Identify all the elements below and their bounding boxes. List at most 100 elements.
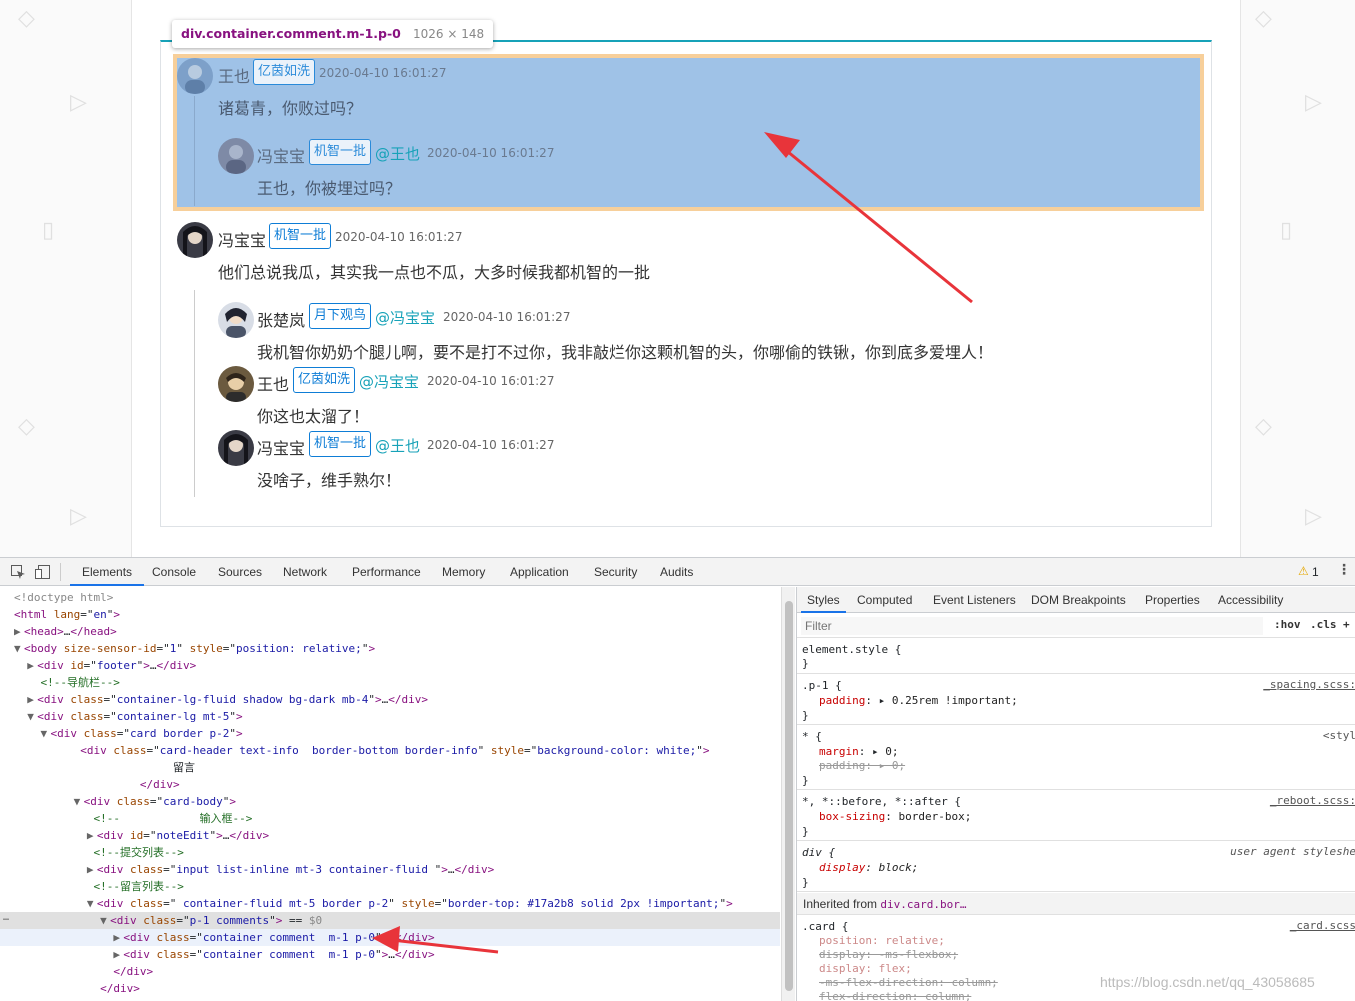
- tab-application[interactable]: Application: [510, 558, 569, 586]
- dom-node-line[interactable]: ▶ <div class="input list-inline mt-3 cont…: [0, 861, 780, 878]
- tab-accessibility[interactable]: Accessibility: [1218, 587, 1283, 613]
- source-link[interactable]: _spacing.scss:: [1263, 678, 1355, 691]
- declaration-overridden[interactable]: -ms-flex-direction: column;: [819, 975, 998, 990]
- device-toolbar-icon[interactable]: [35, 564, 51, 580]
- elements-scrollbar[interactable]: [781, 587, 795, 1001]
- tab-properties[interactable]: Properties: [1145, 587, 1200, 613]
- reply-mention-link[interactable]: @冯宝宝: [359, 371, 419, 392]
- avatar[interactable]: [218, 430, 254, 466]
- selector[interactable]: .p-1 {: [802, 678, 842, 693]
- styles-filter-row: :hov .cls +: [797, 614, 1355, 638]
- declaration[interactable]: position: relative;: [819, 933, 945, 948]
- dom-node-line[interactable]: <!-- 输入框-->: [0, 810, 780, 827]
- selector[interactable]: .card {: [802, 919, 848, 934]
- add-rule-icon[interactable]: +: [1343, 618, 1350, 631]
- dom-node-line[interactable]: </div>: [0, 776, 780, 793]
- dom-node-line[interactable]: ▼ <div class="card border p-2">: [0, 725, 780, 742]
- dom-node-line[interactable]: ▼ <div class=" container-fluid mt-5 borde…: [0, 895, 780, 912]
- dom-node-line[interactable]: </div>: [0, 963, 780, 980]
- inherited-element-link[interactable]: div.card.bor…: [880, 898, 966, 911]
- dom-node-line[interactable]: <div class="card-header text-info border…: [0, 742, 780, 759]
- avatar[interactable]: [177, 58, 213, 94]
- style-rule: element.style { }: [797, 639, 1355, 674]
- dom-node-line[interactable]: ▶ <div class="container comment m-1 p-0">…: [0, 946, 780, 963]
- reply-timestamp: 2020-04-10 16:01:27: [427, 146, 555, 160]
- bar-deco-icon: ▯: [1280, 218, 1293, 243]
- declaration: display: block;: [819, 861, 919, 874]
- warning-icon[interactable]: ⚠: [1298, 564, 1309, 578]
- dom-node-line[interactable]: 留言: [0, 759, 780, 776]
- cls-toggle[interactable]: .cls: [1310, 618, 1337, 631]
- dom-node-line[interactable]: ▼ <div class="card-body">: [0, 793, 780, 810]
- reply-username[interactable]: 张楚岚: [257, 307, 305, 331]
- tab-computed[interactable]: Computed: [857, 587, 912, 613]
- reply-username[interactable]: 冯宝宝: [257, 143, 305, 167]
- tab-styles[interactable]: Styles: [801, 587, 846, 613]
- declaration[interactable]: margin: ▸ 0;: [819, 744, 899, 759]
- declaration-overridden[interactable]: padding: ▸ 0;: [819, 758, 905, 773]
- tab-elements[interactable]: Elements: [70, 558, 145, 586]
- declaration[interactable]: display: flex;: [819, 961, 912, 976]
- avatar[interactable]: [218, 302, 254, 338]
- inspect-dimensions: 1026 × 148: [413, 27, 485, 41]
- comment-timestamp: 2020-04-10 16:01:27: [319, 66, 447, 80]
- kebab-menu-icon[interactable]: ⋮: [1337, 562, 1351, 578]
- source-link[interactable]: _card.scss: [1290, 919, 1355, 932]
- avatar[interactable]: [218, 366, 254, 402]
- dom-node-line[interactable]: <!--导航栏-->: [0, 674, 780, 691]
- styles-filter-input[interactable]: [801, 617, 1263, 635]
- tab-audits[interactable]: Audits: [660, 558, 693, 586]
- dom-node-line[interactable]: ▼ <div class="container-lg mt-5">: [0, 708, 780, 725]
- dom-node-line[interactable]: <!--留言列表-->: [0, 878, 780, 895]
- comment-username[interactable]: 王也: [218, 63, 250, 87]
- selector[interactable]: element.style {: [802, 642, 901, 657]
- comment-username[interactable]: 冯宝宝: [218, 227, 266, 251]
- styles-tabbar: Styles Computed Event Listeners DOM Brea…: [797, 587, 1355, 613]
- tab-performance[interactable]: Performance: [352, 558, 421, 586]
- declaration-overridden[interactable]: flex-direction: column;: [819, 989, 971, 1001]
- comment-timestamp: 2020-04-10 16:01:27: [335, 230, 463, 244]
- tab-sources[interactable]: Sources: [218, 558, 262, 586]
- reply-username[interactable]: 王也: [257, 371, 289, 395]
- dom-node-line[interactable]: ▶ <div class="container-lg-fluid shadow b…: [0, 691, 780, 708]
- ellipsis-icon[interactable]: …: [3, 912, 9, 923]
- dom-node-line[interactable]: <!--提交列表-->: [0, 844, 780, 861]
- avatar[interactable]: [218, 138, 254, 174]
- devtools-panel: Elements Console Sources Network Perform…: [0, 557, 1355, 1001]
- reply-mention-link[interactable]: @王也: [375, 143, 420, 164]
- dom-node-line[interactable]: </div>: [0, 997, 780, 1001]
- source-link[interactable]: _reboot.scss:: [1270, 794, 1355, 807]
- user-badge: 月下观鸟: [309, 303, 372, 329]
- tab-network[interactable]: Network: [283, 558, 327, 586]
- dom-node-line[interactable]: <html lang="en">: [0, 606, 780, 623]
- tab-security[interactable]: Security: [594, 558, 637, 586]
- reply-mention-link[interactable]: @王也: [375, 435, 420, 456]
- dom-node-line[interactable]: ▶ <head>…</head>: [0, 623, 780, 640]
- dom-node-line[interactable]: ▼ <body size-sensor-id="1" style="positio…: [0, 640, 780, 657]
- user-badge: 机智一批: [309, 139, 372, 165]
- source-link[interactable]: <styl: [1323, 729, 1355, 742]
- dom-node-line[interactable]: ▼ <div class="p-1 comments"> == $0: [0, 912, 780, 929]
- dom-node-line[interactable]: ▶ <div id="noteEdit">…</div>: [0, 827, 780, 844]
- hov-toggle[interactable]: :hov: [1274, 618, 1301, 631]
- declaration[interactable]: box-sizing: border-box;: [819, 809, 971, 824]
- declaration[interactable]: padding: ▸ 0.25rem !important;: [819, 693, 1018, 708]
- selector[interactable]: *, *::before, *::after {: [802, 794, 961, 809]
- scrollbar-thumb[interactable]: [785, 601, 793, 991]
- reply-mention-link[interactable]: @冯宝宝: [375, 307, 435, 328]
- tab-dom-breakpoints[interactable]: DOM Breakpoints: [1031, 587, 1126, 613]
- inspect-element-icon[interactable]: [10, 564, 26, 580]
- diamond-deco-icon: ◇: [1255, 414, 1272, 439]
- avatar[interactable]: [177, 222, 213, 258]
- warning-count[interactable]: 1: [1312, 565, 1319, 579]
- dom-node-line[interactable]: ▶ <div id="footer">…</div>: [0, 657, 780, 674]
- dom-node-line[interactable]: ▶ <div class="container comment m-1 p-0">…: [0, 929, 780, 946]
- declaration-overridden[interactable]: display: -ms-flexbox;: [819, 947, 958, 962]
- tab-memory[interactable]: Memory: [442, 558, 485, 586]
- tab-console[interactable]: Console: [152, 558, 196, 586]
- reply-username[interactable]: 冯宝宝: [257, 435, 305, 459]
- tab-event-listeners[interactable]: Event Listeners: [933, 587, 1016, 613]
- selector[interactable]: * {: [802, 729, 822, 744]
- dom-node-line[interactable]: </div>: [0, 980, 780, 997]
- dom-node-line[interactable]: <!doctype html>: [0, 589, 780, 606]
